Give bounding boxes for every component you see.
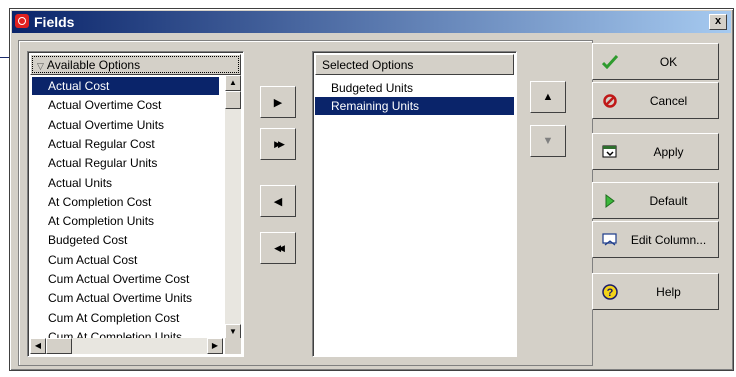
available-option-item[interactable]: At Completion Units xyxy=(32,212,219,230)
remove-all-button[interactable]: ◀◀ xyxy=(260,232,296,264)
remove-selected-button[interactable]: ◀ xyxy=(260,185,296,217)
edit-column-button[interactable]: Edit Column... xyxy=(592,221,719,258)
selected-option-item[interactable]: Remaining Units xyxy=(315,97,514,115)
apply-icon xyxy=(601,144,619,160)
edit-column-icon xyxy=(601,232,619,248)
apply-label: Apply xyxy=(653,144,684,159)
hscroll-thumb[interactable] xyxy=(46,338,72,354)
available-horizontal-scrollbar[interactable]: ◀ ▶ xyxy=(30,338,223,354)
selected-options-header[interactable]: Selected Options xyxy=(315,54,514,75)
window-title: Fields xyxy=(34,14,75,30)
checkmark-icon xyxy=(601,54,619,70)
svg-text:?: ? xyxy=(607,287,614,299)
available-options-list[interactable]: ▽ Available Options Actual Cost Actual Ove… xyxy=(27,51,244,357)
available-option-item[interactable]: Budgeted Cost xyxy=(32,231,219,249)
move-down-button[interactable]: ▼ xyxy=(530,125,566,157)
default-button[interactable]: Default xyxy=(592,182,719,219)
add-all-arrow-icon: ▶▶ xyxy=(274,138,285,149)
available-option-item[interactable]: Cum Actual Overtime Units xyxy=(32,289,219,307)
available-option-item[interactable]: Cum Actual Cost xyxy=(32,251,219,269)
available-option-item[interactable]: Actual Cost xyxy=(32,77,219,95)
available-vertical-scrollbar[interactable]: ▲ ▼ xyxy=(225,75,241,340)
help-question-icon: ? xyxy=(601,284,619,300)
cancel-button[interactable]: Cancel xyxy=(592,82,719,119)
up-arrow-icon: ▲ xyxy=(542,91,554,103)
app-logo-icon xyxy=(15,14,29,28)
selected-options-list[interactable]: Selected Options Budgeted Units Remaining… xyxy=(312,51,517,357)
available-option-item[interactable]: Cum Actual Overtime Cost xyxy=(32,270,219,288)
available-option-item[interactable]: Actual Overtime Units xyxy=(32,116,219,134)
ok-label: OK xyxy=(659,54,678,69)
apply-button[interactable]: Apply xyxy=(592,133,719,170)
available-option-item[interactable]: Cum At Completion Cost xyxy=(32,309,219,327)
selected-option-item[interactable]: Budgeted Units xyxy=(315,79,514,97)
available-option-item[interactable]: Actual Units xyxy=(32,174,219,192)
available-options-header[interactable]: ▽ Available Options xyxy=(30,54,241,75)
scroll-thumb[interactable] xyxy=(225,91,241,109)
edit-column-label: Edit Column... xyxy=(630,232,707,247)
available-option-item[interactable]: Actual Regular Units xyxy=(32,154,219,172)
available-option-item[interactable]: Actual Regular Cost xyxy=(32,135,219,153)
ok-button[interactable]: OK xyxy=(592,43,719,80)
dropdown-chevron-icon: ▽ xyxy=(37,61,44,71)
cancel-label: Cancel xyxy=(649,93,688,108)
down-arrow-icon: ▼ xyxy=(542,135,554,147)
add-arrow-icon: ▶ xyxy=(273,96,283,109)
scroll-left-arrow-icon[interactable]: ◀ xyxy=(30,338,46,354)
help-button[interactable]: ? Help xyxy=(592,273,719,310)
remove-all-arrow-icon: ◀◀ xyxy=(274,242,285,253)
scroll-right-arrow-icon[interactable]: ▶ xyxy=(207,338,223,354)
add-all-button[interactable]: ▶▶ xyxy=(260,128,296,160)
title-bar[interactable]: Fields x xyxy=(12,11,731,33)
no-entry-icon xyxy=(601,93,619,109)
default-label: Default xyxy=(649,193,688,208)
move-up-button[interactable]: ▲ xyxy=(530,81,566,113)
close-button[interactable]: x xyxy=(709,14,727,30)
scrollbar-corner xyxy=(225,338,241,354)
remove-arrow-icon: ◀ xyxy=(273,195,283,208)
add-selected-button[interactable]: ▶ xyxy=(260,86,296,118)
available-option-item[interactable]: Actual Overtime Cost xyxy=(32,96,219,114)
available-option-item[interactable]: At Completion Cost xyxy=(32,193,219,211)
scroll-up-arrow-icon[interactable]: ▲ xyxy=(225,75,241,91)
help-label: Help xyxy=(656,284,681,299)
play-triangle-icon xyxy=(601,193,619,209)
available-options-header-label: Available Options xyxy=(46,58,141,72)
